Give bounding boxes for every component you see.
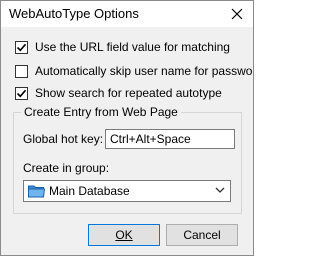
option-label-skip-user-name: Automatically skip user name for passwor… — [35, 64, 254, 78]
close-icon[interactable] — [229, 6, 245, 22]
group-select[interactable]: Main Database — [23, 180, 231, 202]
option-label-use-url-field: Use the URL field value for matching — [35, 40, 230, 54]
webautotype-options-dialog: WebAutoType Options Use the URL field va… — [0, 0, 254, 256]
checkmark-icon — [16, 89, 27, 97]
hotkey-label: Global hot key: — [23, 132, 104, 146]
ok-button-label: OK — [115, 228, 133, 242]
hotkey-field[interactable]: Ctrl+Alt+Space — [105, 129, 235, 149]
option-label-show-search: Show search for repeated autotype — [35, 86, 222, 100]
option-show-search[interactable]: Show search for repeated autotype — [15, 85, 222, 101]
option-skip-user-name[interactable]: Automatically skip user name for passwor… — [15, 63, 254, 79]
checkmark-icon — [16, 43, 27, 51]
create-entry-legend: Create Entry from Web Page — [21, 105, 181, 119]
checkbox-use-url-field[interactable] — [15, 40, 28, 54]
option-use-url-field[interactable]: Use the URL field value for matching — [15, 39, 230, 55]
checkbox-show-search[interactable] — [15, 86, 28, 100]
window-title: WebAutoType Options — [9, 6, 139, 21]
chevron-down-icon — [215, 187, 225, 193]
folder-icon — [28, 185, 45, 198]
cancel-button[interactable]: Cancel — [166, 224, 238, 246]
ok-button[interactable]: OK — [88, 224, 160, 246]
group-label: Create in group: — [23, 161, 110, 175]
group-selected-value: Main Database — [49, 184, 130, 198]
cancel-button-label: Cancel — [183, 228, 221, 242]
title-bar: WebAutoType Options — [1, 1, 253, 27]
checkbox-skip-user-name[interactable] — [15, 64, 28, 78]
